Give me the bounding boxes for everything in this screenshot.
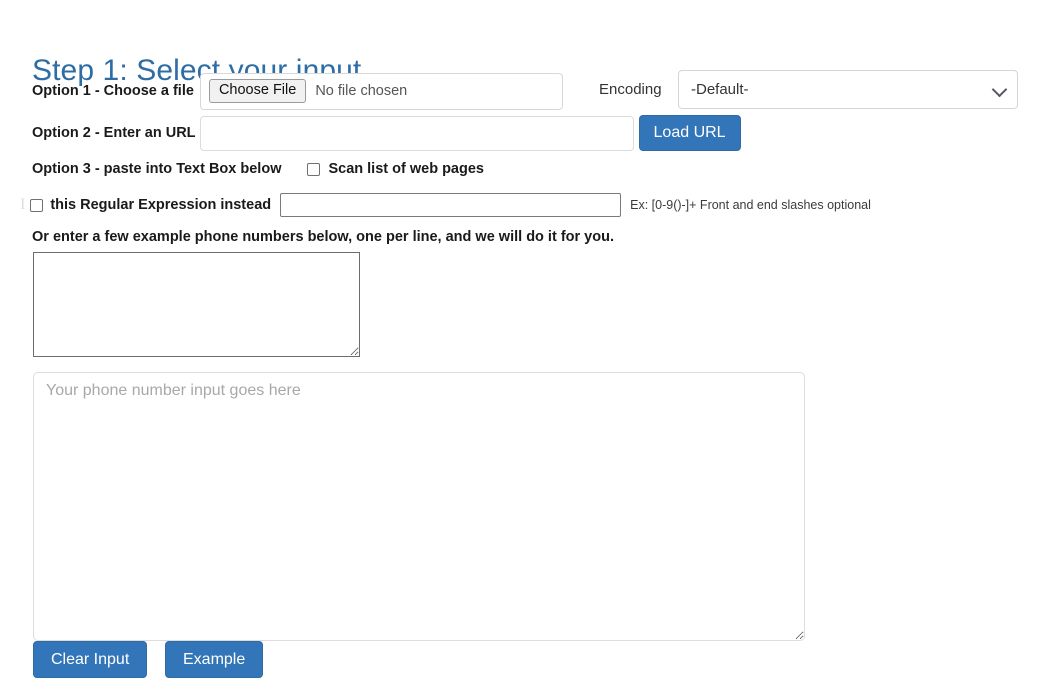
text-cursor-icon: I xyxy=(20,196,25,214)
example-button[interactable]: Example xyxy=(165,641,263,678)
scan-web-pages-checkbox[interactable] xyxy=(307,163,320,176)
example-numbers-textarea[interactable] xyxy=(33,252,360,357)
load-url-button[interactable]: Load URL xyxy=(639,115,741,151)
option2-label: Option 2 - Enter an URL xyxy=(32,125,196,141)
regex-label: this Regular Expression instead xyxy=(50,197,271,213)
file-input-control[interactable]: Choose File No file chosen xyxy=(200,73,563,110)
page-root: Step 1: Select your input Option 1 - Cho… xyxy=(0,0,1049,696)
clear-input-button[interactable]: Clear Input xyxy=(33,641,147,678)
file-status-text: No file chosen xyxy=(315,83,407,99)
choose-file-button[interactable]: Choose File xyxy=(209,79,306,103)
option2-row: Option 2 - Enter an URL Load URL xyxy=(32,115,741,151)
regex-row: I this Regular Expression instead Ex: [0… xyxy=(20,193,871,217)
encoding-selected-value: -Default- xyxy=(691,81,749,98)
example-numbers-help: Or enter a few example phone numbers bel… xyxy=(32,229,614,245)
encoding-label: Encoding xyxy=(599,81,662,98)
option3-label: Option 3 - paste into Text Box below xyxy=(32,161,281,177)
regex-input[interactable] xyxy=(280,193,621,217)
option1-label: Option 1 - Choose a file xyxy=(32,83,194,99)
regex-hint-text: Ex: [0-9()-]+ Front and end slashes opti… xyxy=(630,198,871,212)
main-input-textarea[interactable] xyxy=(33,372,805,641)
scan-web-pages-label: Scan list of web pages xyxy=(328,161,484,177)
encoding-select[interactable]: -Default- xyxy=(678,70,1018,109)
url-input[interactable] xyxy=(200,116,634,151)
option1-row: Option 1 - Choose a file Choose File No … xyxy=(32,72,563,110)
option3-row: Option 3 - paste into Text Box below Sca… xyxy=(32,159,484,179)
regex-checkbox[interactable] xyxy=(30,199,43,212)
